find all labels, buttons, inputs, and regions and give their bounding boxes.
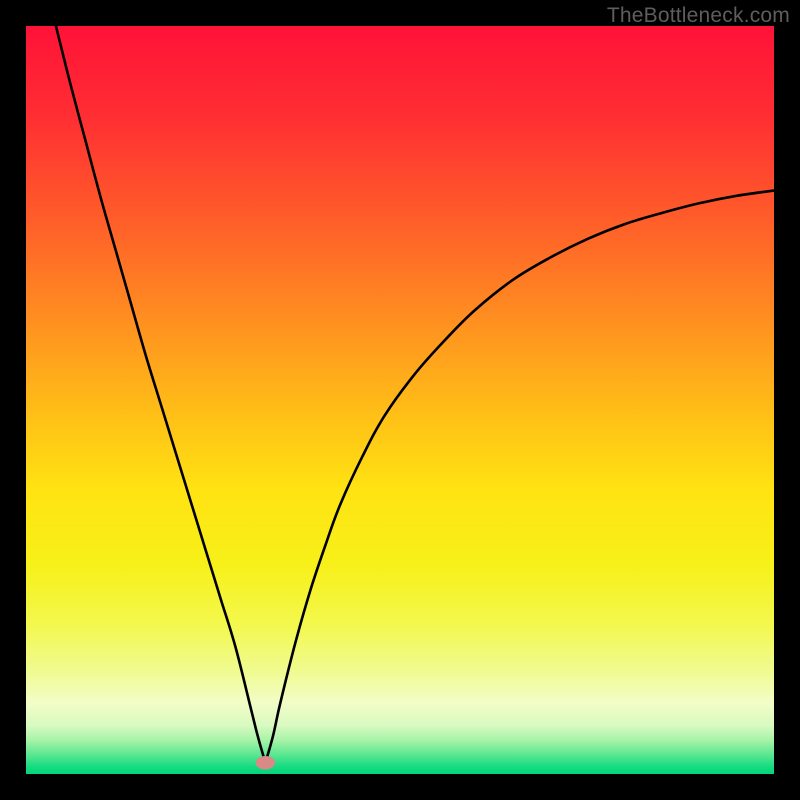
watermark-text: TheBottleneck.com xyxy=(607,4,790,28)
bottleneck-curve xyxy=(56,26,774,763)
minimum-marker xyxy=(256,756,275,769)
plot-area xyxy=(26,26,774,774)
chart-frame: TheBottleneck.com xyxy=(0,0,800,800)
curve-layer xyxy=(26,26,774,774)
